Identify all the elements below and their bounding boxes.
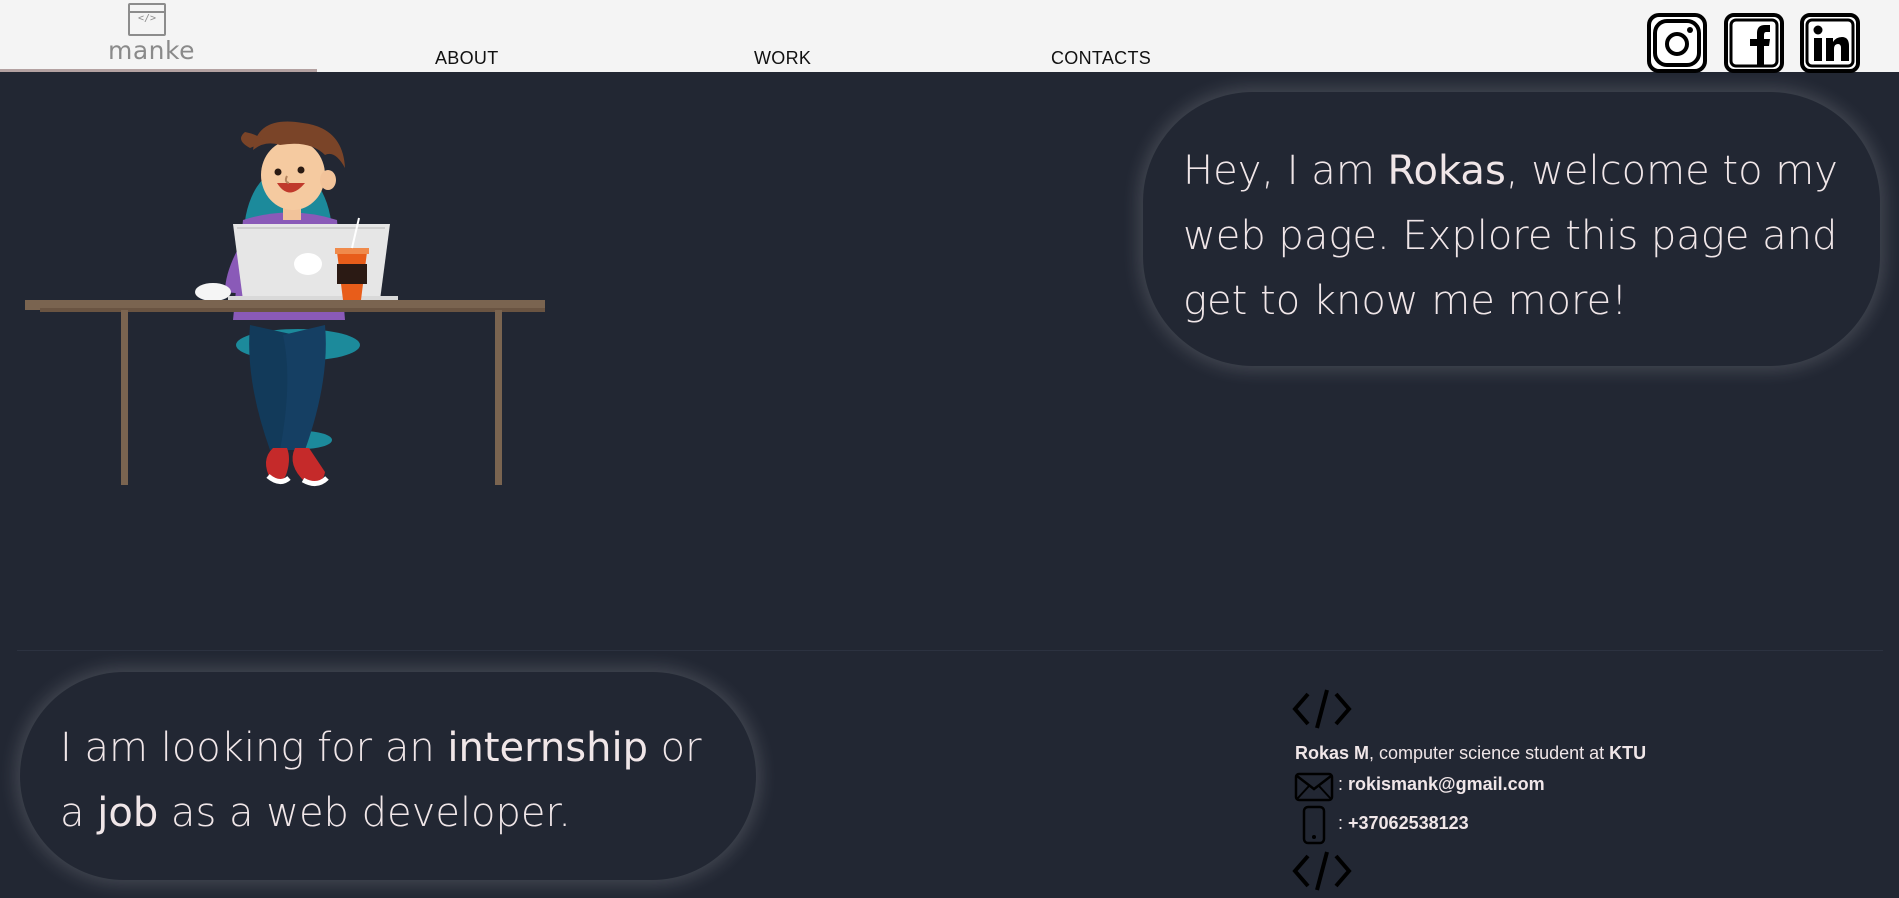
contact-email[interactable]: rokismank@gmail.com — [1348, 774, 1545, 794]
site-logo[interactable]: </> manke — [0, 0, 317, 72]
code-window-icon: </> — [128, 3, 166, 36]
job-seeking-bubble: I am looking for an internship or a job … — [20, 672, 756, 880]
mail-icon — [1294, 772, 1334, 802]
nav-about[interactable]: ABOUT — [435, 48, 499, 69]
nav-contacts[interactable]: CONTACTS — [1051, 48, 1151, 69]
contact-school: KTU — [1609, 743, 1647, 763]
contact-name: Rokas M — [1295, 743, 1370, 763]
job-text-start: I am looking for an — [60, 725, 448, 771]
contact-phone[interactable]: +37062538123 — [1348, 813, 1469, 833]
contact-email-line: : rokismank@gmail.com — [1338, 774, 1545, 795]
welcome-text-start: Hey, I am — [1183, 148, 1388, 194]
logo-text: manke — [108, 36, 195, 65]
phone-separator: : — [1338, 813, 1349, 833]
welcome-name: Rokas — [1387, 148, 1506, 194]
developer-at-desk-illustration — [25, 121, 545, 486]
instagram-icon[interactable] — [1647, 13, 1707, 73]
facebook-icon[interactable] — [1724, 13, 1784, 73]
nav-work[interactable]: WORK — [754, 48, 811, 69]
contact-name-line: Rokas M, computer science student at KTU — [1295, 743, 1646, 764]
linkedin-icon[interactable] — [1800, 13, 1860, 73]
welcome-bubble: Hey, I am Rokas, welcome to my web page.… — [1143, 92, 1880, 366]
code-brackets-icon — [1292, 851, 1352, 891]
top-navbar: </> manke ABOUT WORK CONTACTS — [0, 0, 1899, 73]
job-text-end: as a web developer. — [158, 790, 572, 836]
contact-role: , computer science student at — [1369, 743, 1610, 763]
job-highlight-job: job — [97, 790, 159, 836]
code-brackets-icon — [1292, 689, 1352, 729]
section-divider — [17, 650, 1883, 651]
email-separator: : — [1338, 774, 1349, 794]
phone-icon — [1302, 805, 1326, 845]
job-highlight-internship: internship — [447, 725, 648, 771]
contact-phone-line: : +37062538123 — [1338, 813, 1469, 834]
